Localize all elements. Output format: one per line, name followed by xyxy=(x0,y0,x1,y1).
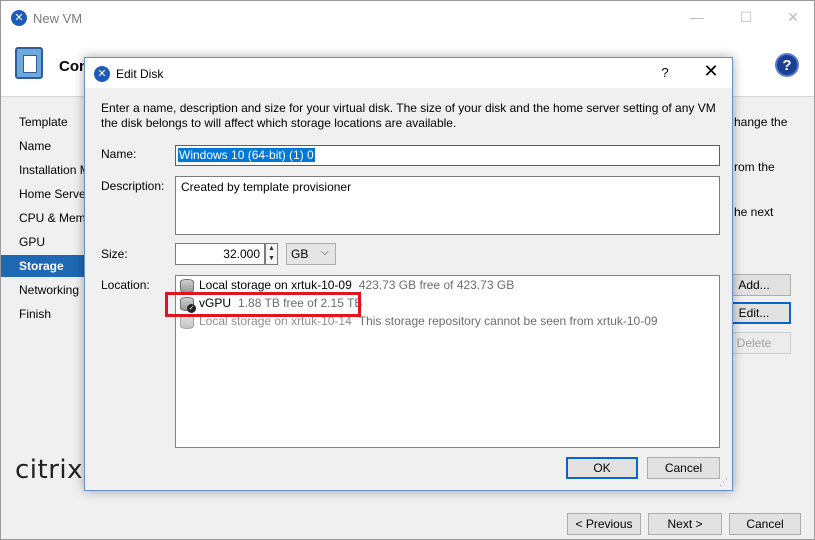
previous-button[interactable]: < Previous xyxy=(567,513,641,535)
nav-item-finish[interactable]: Finish xyxy=(1,303,87,325)
location-detail: 423.73 GB free of 423.73 GB xyxy=(358,278,515,292)
dialog-title-bar: ✕ Edit Disk ? ✕ xyxy=(85,58,732,88)
edit-disk-dialog: ✕ Edit Disk ? ✕ Enter a name, descriptio… xyxy=(84,57,733,491)
stepper-down-icon[interactable]: ▼ xyxy=(266,254,277,264)
size-stepper[interactable]: ▲ ▼ xyxy=(265,243,278,265)
storage-disk-icon xyxy=(180,278,194,293)
dialog-close-icon[interactable]: ✕ xyxy=(701,61,721,82)
next-button[interactable]: Next > xyxy=(648,513,722,535)
wizard-body-text: rom the xyxy=(734,160,775,174)
nav-item-name[interactable]: Name xyxy=(1,135,87,157)
chevron-down-icon: ⌵ xyxy=(321,247,329,258)
stepper-up-icon[interactable]: ▲ xyxy=(266,244,277,254)
ok-button[interactable]: OK xyxy=(566,457,638,479)
wizard-nav: Template Name Installation Media Home Se… xyxy=(1,101,87,441)
name-input-value: Windows 10 (64-bit) (1) 0 xyxy=(178,148,315,162)
xenserver-logo-icon: ✕ xyxy=(94,66,110,82)
location-label: Location: xyxy=(101,278,150,292)
location-detail: This storage repository cannot be seen f… xyxy=(358,314,658,328)
minimize-icon[interactable]: — xyxy=(687,7,707,27)
nav-item-home-server[interactable]: Home Server xyxy=(1,183,87,205)
maximize-icon[interactable]: ☐ xyxy=(736,7,756,27)
name-label: Name: xyxy=(101,147,137,161)
size-input[interactable]: 32.000 xyxy=(175,243,265,265)
wizard-title: New VM xyxy=(33,11,83,26)
nav-item-cpu-memory[interactable]: CPU & Memory xyxy=(1,207,87,229)
xenserver-logo-icon: ✕ xyxy=(11,10,27,26)
wizard-body-text: hange the xyxy=(734,115,788,129)
description-input[interactable]: Created by template provisioner xyxy=(175,176,720,235)
dialog-title: Edit Disk xyxy=(116,67,164,81)
description-label: Description: xyxy=(101,179,165,193)
wizard-title-bar: ✕ New VM — ☐ ✕ xyxy=(1,1,814,35)
location-name: Local storage on xrtuk-10-09 xyxy=(199,278,352,292)
cancel-button[interactable]: Cancel xyxy=(647,457,720,479)
nav-item-gpu[interactable]: GPU xyxy=(1,231,87,253)
close-icon[interactable]: ✕ xyxy=(783,7,803,27)
vgpu-highlight-annotation xyxy=(165,292,361,317)
nav-item-storage[interactable]: Storage xyxy=(1,255,87,277)
help-icon[interactable]: ? xyxy=(775,53,799,77)
size-label: Size: xyxy=(101,247,128,261)
nav-item-networking[interactable]: Networking xyxy=(1,279,87,301)
wizard-cancel-button[interactable]: Cancel xyxy=(729,513,801,535)
dialog-instructions: Enter a name, description and size for y… xyxy=(101,101,716,130)
vm-storage-icon xyxy=(15,47,43,79)
wizard-body-text: he next xyxy=(734,205,774,219)
nav-item-installation-media[interactable]: Installation Media xyxy=(1,159,87,181)
dialog-help-button[interactable]: ? xyxy=(657,65,673,80)
name-input[interactable]: Windows 10 (64-bit) (1) 0 xyxy=(175,145,720,166)
resize-grip-icon[interactable]: ⋰ xyxy=(719,477,731,489)
nav-item-template[interactable]: Template xyxy=(1,111,87,133)
citrix-logo: citrix xyxy=(15,455,84,485)
